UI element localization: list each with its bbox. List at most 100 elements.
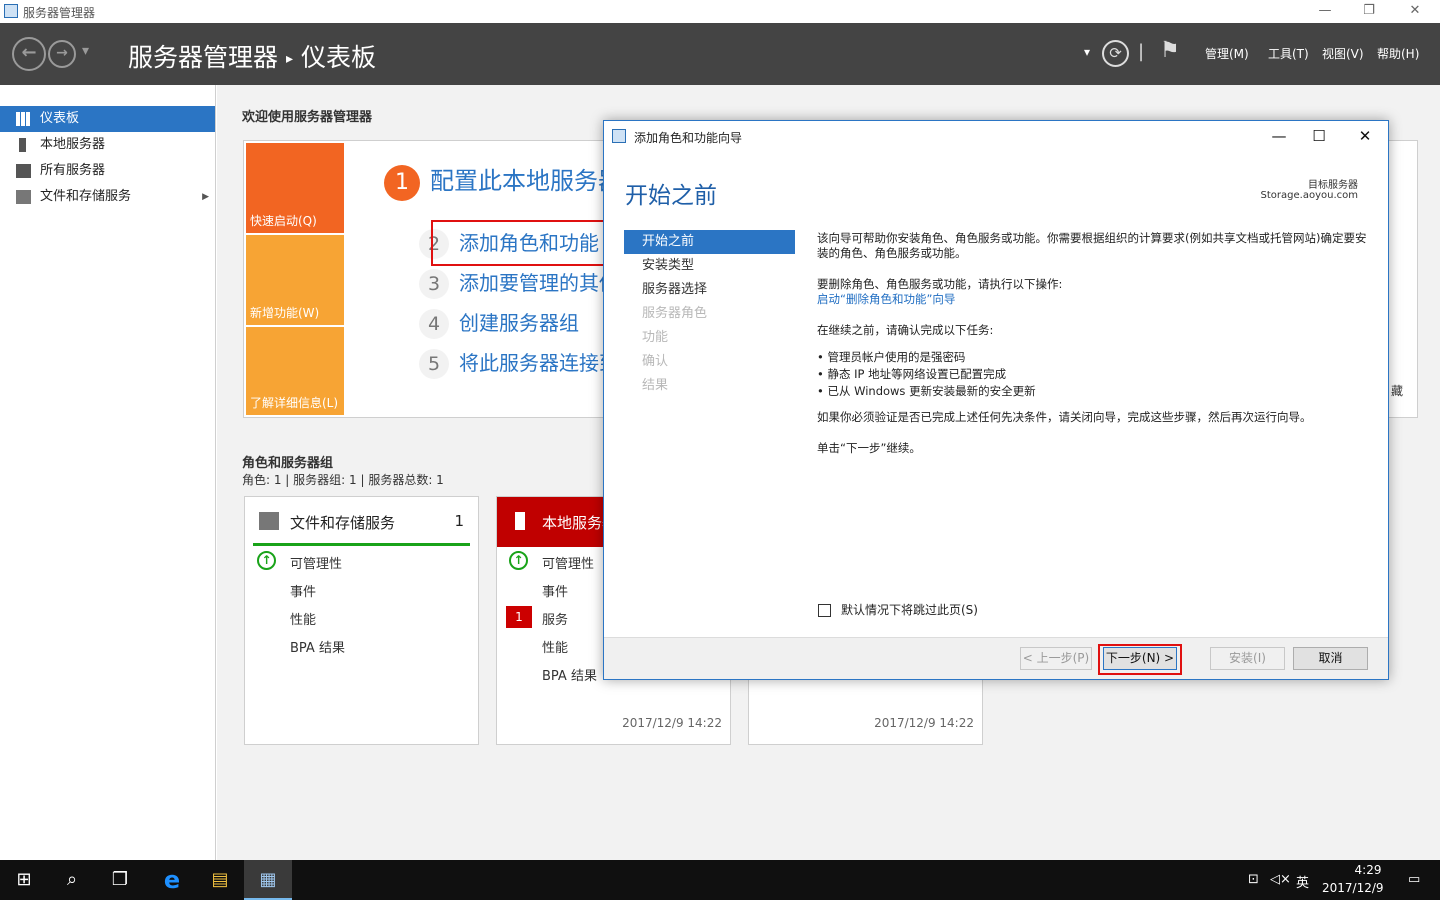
nav-item-dashboard[interactable]: 仪表板 xyxy=(0,106,215,132)
file-explorer-icon[interactable]: ▤ xyxy=(196,860,244,900)
wizard-step-before-you-begin[interactable]: 开始之前 xyxy=(624,230,795,254)
wizard-steps: 开始之前 安装类型 服务器选择 服务器角色 功能 确认 结果 xyxy=(624,230,795,398)
card-row-performance[interactable]: 性能 xyxy=(542,637,568,656)
nav-item-label: 本地服务器 xyxy=(40,137,106,152)
card-timestamp: 2017/12/9 14:22 xyxy=(622,716,722,730)
card-row-bpa[interactable]: BPA 结果 xyxy=(290,637,345,656)
prereq-intro: 在继续之前，请确认完成以下任务: xyxy=(817,323,994,337)
card-row-events[interactable]: 事件 xyxy=(290,581,316,600)
continue-instruction: 单击“下一步”继续。 xyxy=(817,441,921,455)
wizard-step-server-selection[interactable]: 服务器选择 xyxy=(624,278,795,302)
dialog-minimize-button[interactable]: — xyxy=(1259,125,1299,147)
wizard-app-icon xyxy=(612,129,626,143)
highlight-box xyxy=(1098,644,1182,675)
minimize-button[interactable]: — xyxy=(1302,0,1348,23)
refresh-icon[interactable]: ⟳ xyxy=(1102,40,1129,67)
target-server-label: 目标服务器 xyxy=(1308,180,1358,191)
step-label: 创建服务器组 xyxy=(459,311,579,335)
card-row-manageability[interactable]: 可管理性 xyxy=(542,553,594,572)
forward-button[interactable]: → xyxy=(48,40,76,68)
cancel-button[interactable]: 取消 xyxy=(1293,647,1368,670)
history-dropdown-icon[interactable]: ▾ xyxy=(82,43,89,59)
clock-time[interactable]: 4:29 xyxy=(1340,863,1396,877)
nav-item-label: 文件和存储服务 xyxy=(40,189,132,204)
search-icon[interactable]: ⌕ xyxy=(48,860,96,900)
breadcrumb-current: 仪表板 xyxy=(301,43,377,72)
breadcrumb-root[interactable]: 服务器管理器 xyxy=(128,43,278,72)
menu-view[interactable]: 视图(V) xyxy=(1322,45,1364,62)
card-row-bpa[interactable]: BPA 结果 xyxy=(542,665,597,684)
tile-learn-more[interactable]: 了解详细信息(L) xyxy=(246,327,344,415)
breadcrumb-separator-icon: ▸ xyxy=(286,51,294,67)
action-center-icon[interactable]: ▭ xyxy=(1408,872,1420,887)
input-language-indicator[interactable]: 英 xyxy=(1296,872,1309,891)
task-view-icon[interactable]: ❐ xyxy=(96,860,144,900)
card-count: 1 xyxy=(454,512,464,530)
card-status-bar xyxy=(253,543,470,546)
dashboard-icon xyxy=(16,112,31,126)
menu-dropdown-icon[interactable]: ▾ xyxy=(1084,45,1090,59)
volume-muted-icon[interactable]: ◁× xyxy=(1270,872,1291,887)
breadcrumb: 服务器管理器 ▸ 仪表板 xyxy=(128,38,376,74)
card-timestamp: 2017/12/9 14:22 xyxy=(874,716,974,730)
hide-link[interactable]: 藏 xyxy=(1391,382,1403,399)
verify-paragraph: 如果你必须验证是否已完成上述任何先决条件，请关闭向导，完成这些步骤，然后再次运行… xyxy=(817,410,1312,424)
role-card-file-storage[interactable]: 文件和存储服务 1 ↑ 可管理性 事件 性能 BPA 结果 xyxy=(244,496,479,745)
skip-page-checkbox[interactable] xyxy=(818,604,831,617)
welcome-title: 欢迎使用服务器管理器 xyxy=(242,110,373,125)
server-manager-taskbar-icon[interactable]: ▦ xyxy=(244,860,292,900)
card-row-events[interactable]: 事件 xyxy=(542,581,568,600)
status-ok-icon: ↑ xyxy=(509,551,528,570)
services-alert-badge: 1 xyxy=(506,606,532,628)
skip-page-option[interactable]: 默认情况下将跳过此页(S) xyxy=(818,601,978,618)
dialog-maximize-button[interactable]: ☐ xyxy=(1299,125,1339,147)
close-button[interactable]: ✕ xyxy=(1392,0,1438,23)
clock-date[interactable]: 2017/12/9 xyxy=(1322,881,1384,895)
wizard-step-results: 结果 xyxy=(642,378,669,393)
network-icon[interactable]: ⊡ xyxy=(1248,872,1259,887)
tile-quick-start[interactable]: 快速启动(Q) xyxy=(246,143,344,233)
remove-roles-link[interactable]: 启动“删除角色和功能”向导 xyxy=(817,292,1372,307)
card-row-services[interactable]: 服务 xyxy=(542,609,568,628)
start-button[interactable]: ⊞ xyxy=(0,860,48,900)
previous-button[interactable]: < 上一步(P) xyxy=(1020,647,1092,670)
wizard-step-installation-type[interactable]: 安装类型 xyxy=(624,254,795,278)
card-title: 文件和存储服务 xyxy=(290,514,396,532)
step-create-server-group[interactable]: 4 创建服务器组 xyxy=(419,307,579,339)
file-storage-icon xyxy=(16,190,31,204)
card-row-performance[interactable]: 性能 xyxy=(290,609,316,628)
nav-item-local-server[interactable]: 本地服务器 xyxy=(0,132,215,158)
nav-item-file-storage[interactable]: 文件和存储服务 ▶ xyxy=(0,184,215,210)
dialog-title: 添加角色和功能向导 xyxy=(634,131,743,145)
step-configure-local-server[interactable]: 1 配置此本地服务器 xyxy=(384,161,622,201)
tile-whats-new[interactable]: 新增功能(W) xyxy=(246,235,344,325)
left-navigation: 仪表板 本地服务器 所有服务器 文件和存储服务 ▶ xyxy=(0,85,216,860)
nav-item-all-servers[interactable]: 所有服务器 xyxy=(0,158,215,184)
target-server-value: Storage.aoyou.com xyxy=(1260,190,1358,201)
status-ok-icon: ↑ xyxy=(257,551,276,570)
window-title: 服务器管理器 xyxy=(23,6,96,20)
dialog-titlebar[interactable]: 添加角色和功能向导 — ☐ ✕ xyxy=(604,121,1388,151)
menu-manage[interactable]: 管理(M) xyxy=(1205,45,1249,62)
prereq-item: • 静态 IP 地址等网络设置已配置完成 xyxy=(817,367,1007,381)
back-button[interactable]: ← xyxy=(12,37,46,71)
card-header[interactable]: 文件和存储服务 1 xyxy=(245,497,478,547)
add-roles-wizard-dialog: 添加角色和功能向导 — ☐ ✕ 开始之前 目标服务器 Storage.aoyou… xyxy=(603,120,1389,680)
server-icon xyxy=(19,138,26,152)
card-row-manageability[interactable]: 可管理性 xyxy=(290,553,342,572)
notifications-flag-icon[interactable]: ⚑ xyxy=(1160,38,1180,63)
step-number: 5 xyxy=(419,349,449,379)
expand-arrow-icon[interactable]: ▶ xyxy=(202,184,209,210)
menu-help[interactable]: 帮助(H) xyxy=(1377,45,1419,62)
internet-explorer-icon[interactable]: e xyxy=(148,860,196,900)
restore-button[interactable]: ❐ xyxy=(1346,0,1392,23)
menu-tools[interactable]: 工具(T) xyxy=(1268,45,1309,62)
install-button[interactable]: 安装(I) xyxy=(1210,647,1285,670)
remove-instructions: 要删除角色、角色服务或功能，请执行以下操作: xyxy=(817,277,1063,291)
nav-item-label: 所有服务器 xyxy=(40,163,106,178)
toolbar-divider: | xyxy=(1138,41,1145,62)
wizard-step-confirmation: 确认 xyxy=(642,354,669,369)
wizard-step-server-roles: 服务器角色 xyxy=(642,306,708,321)
server-manager-app-icon xyxy=(4,4,18,18)
dialog-close-button[interactable]: ✕ xyxy=(1345,125,1385,147)
